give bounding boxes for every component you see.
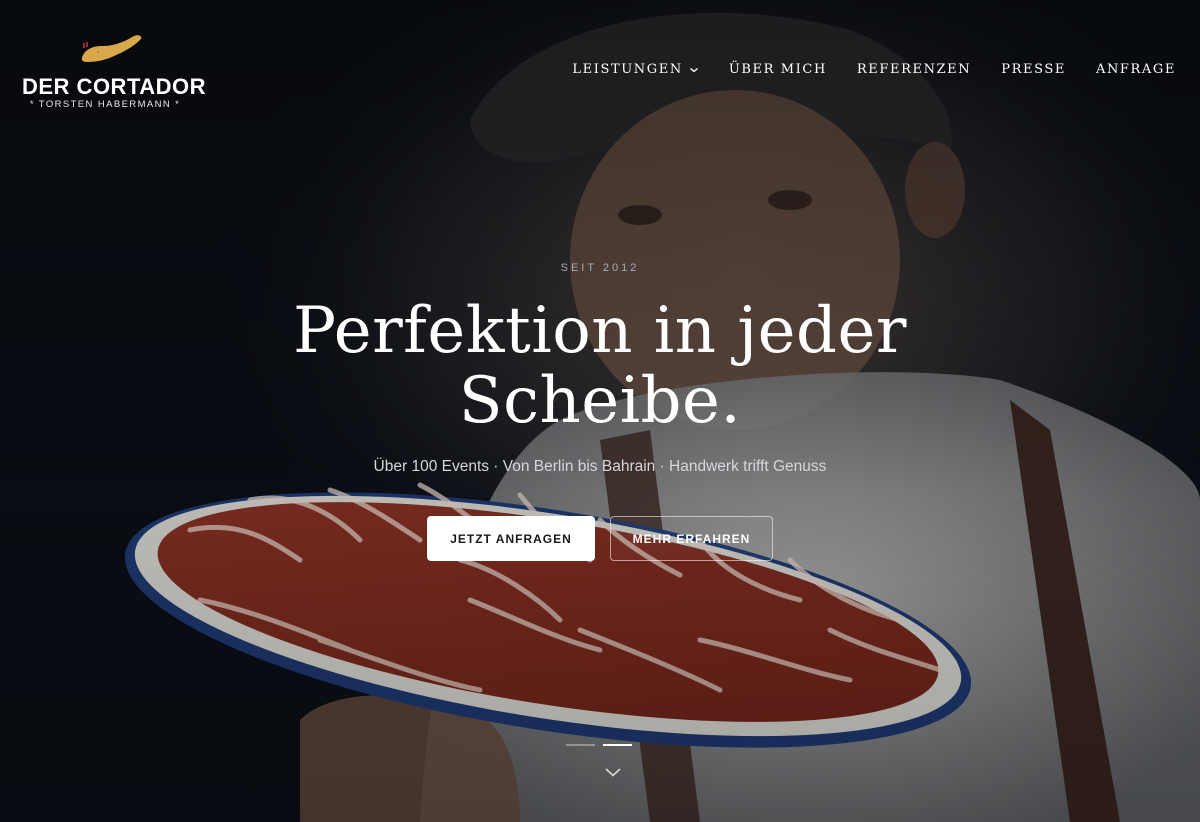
slide-indicator-2[interactable] [603,744,632,746]
hero-tagline: Über 100 Events · Von Berlin bis Bahrain… [373,458,827,475]
slide-indicator-1[interactable] [566,744,595,746]
hero-section: SEIT 2012 Perfektion in jeder Scheibe. Ü… [0,0,1200,822]
hero-headline-line-2: Scheibe. [458,364,742,438]
request-now-button[interactable]: JETZT ANFRAGEN [427,516,595,561]
hero-headline: Perfektion in jeder Scheibe. [0,296,1200,436]
slider-pagination [566,744,632,746]
learn-more-button[interactable]: MEHR ERFAHREN [610,516,773,561]
hero-eyebrow: SEIT 2012 [560,262,640,274]
hero-headline-line-1: Perfektion in jeder [293,294,907,368]
learn-more-label: MEHR ERFAHREN [632,531,751,546]
scroll-down-chevron-icon[interactable] [604,766,622,778]
request-now-label: JETZT ANFRAGEN [450,531,572,546]
